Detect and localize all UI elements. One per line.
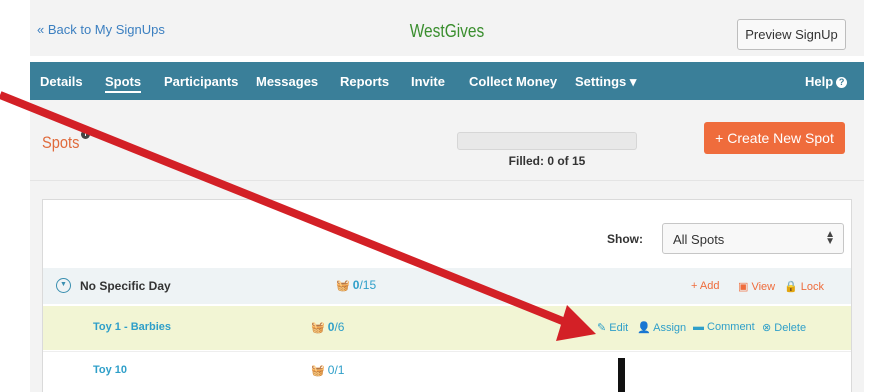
annotation-arrow xyxy=(0,91,596,341)
